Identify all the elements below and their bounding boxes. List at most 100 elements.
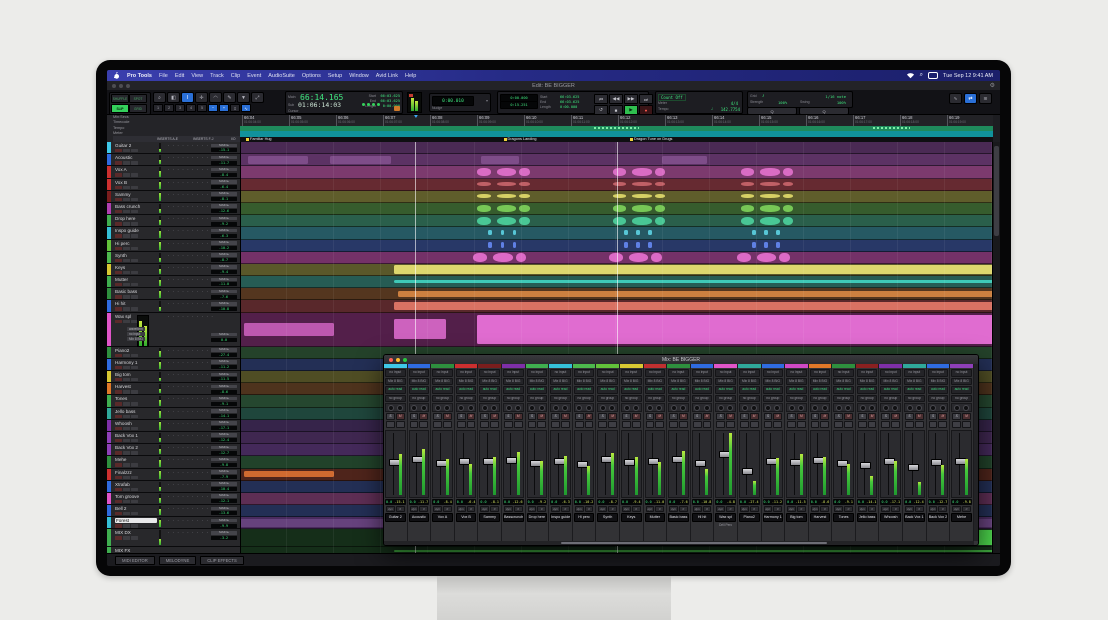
output-path-chip[interactable]: MAIN ▸	[211, 494, 237, 498]
automation-mode[interactable]: auto read	[692, 386, 713, 394]
record-enable-button[interactable]	[787, 421, 796, 428]
dyn-button[interactable]: dyn	[646, 506, 655, 512]
s-button[interactable]	[123, 378, 130, 381]
m-button[interactable]	[131, 463, 138, 466]
pan-readout[interactable]: 0	[632, 506, 641, 512]
track-name[interactable]: Bell 2	[115, 506, 155, 511]
volume-readout[interactable]: -11.5	[795, 500, 805, 504]
strength-value[interactable]: 100%	[778, 100, 787, 105]
audio-zoom-button[interactable]: ∿	[241, 104, 251, 112]
pan-readout[interactable]: 0	[608, 506, 617, 512]
insert-slots[interactable]: ··········	[167, 144, 216, 149]
insert-slots[interactable]: ··········	[167, 205, 216, 210]
pan-readout[interactable]: 0	[750, 506, 759, 512]
rec-button[interactable]	[115, 173, 122, 176]
group-selector[interactable]: no group	[880, 395, 901, 403]
dyn-button[interactable]: dyn	[834, 506, 843, 512]
rec-button[interactable]	[115, 307, 122, 310]
track-row-mehe[interactable]: Mehe··········MAIN ▸-9.8	[107, 456, 240, 468]
track-name[interactable]: Big tom	[115, 372, 155, 377]
rec-button[interactable]	[115, 234, 122, 237]
track-buttons[interactable]	[115, 295, 138, 298]
group-selector[interactable]: no group	[715, 395, 736, 403]
volume-readout[interactable]: -11.2	[211, 365, 237, 369]
channel-name[interactable]: Hi hit	[692, 513, 713, 521]
insert-slots[interactable]: ··········	[167, 373, 216, 378]
input-selector[interactable]: no input	[880, 369, 901, 377]
track-buttons[interactable]	[115, 247, 138, 250]
dyn-button[interactable]: dyn	[551, 506, 560, 512]
volume-readout[interactable]: -11.0	[211, 282, 237, 286]
track-buttons[interactable]	[115, 259, 138, 262]
insert-slots[interactable]: ··········	[167, 254, 216, 259]
m-button[interactable]	[131, 161, 138, 164]
t-start[interactable]: 66:03.625	[560, 95, 579, 99]
mixer-strip-basic-bass[interactable]: no inputMix 8 BIGauto readno groupSM0.0-…	[667, 364, 691, 541]
m-button[interactable]	[131, 271, 138, 274]
s-button[interactable]	[123, 390, 130, 393]
output-selector[interactable]: Mix 8 BIG	[645, 378, 666, 386]
peak-readout[interactable]: 0.0	[811, 500, 817, 504]
automation-mode[interactable]: auto read	[715, 386, 736, 394]
grid-mode-button[interactable]: GRID	[129, 104, 147, 113]
s-button[interactable]	[123, 210, 130, 213]
volume-readout[interactable]: -11.5	[211, 377, 237, 381]
channel-name[interactable]: Hi perc	[574, 513, 595, 521]
m-button[interactable]	[131, 198, 138, 201]
mute-button[interactable]: M	[537, 413, 546, 420]
mixer-strip-synth[interactable]: no inputMix 8 BIGauto readno groupSM0.0-…	[596, 364, 620, 541]
track-buttons[interactable]	[115, 415, 138, 418]
group-selector[interactable]: no group	[527, 395, 548, 403]
output-path-chip[interactable]: MAIN ▸	[211, 217, 237, 221]
record-enable-button[interactable]	[480, 421, 489, 428]
rec-button[interactable]	[115, 149, 122, 152]
zoom-preset-1[interactable]: 1	[153, 104, 163, 112]
track-name[interactable]: Jello bass	[115, 409, 155, 414]
dyn-button[interactable]: dyn	[929, 506, 938, 512]
track-row-bell-2[interactable]: Bell 2··········MAIN ▸-13.6	[107, 505, 240, 517]
record-enable-button[interactable]	[646, 421, 655, 428]
solo-button[interactable]: S	[929, 413, 938, 420]
mute-button[interactable]: M	[962, 413, 971, 420]
track-row-sammy[interactable]: Sammy··········MAIN ▸-8.1	[107, 191, 240, 203]
input-monitor-button[interactable]	[467, 421, 476, 428]
m-button[interactable]	[131, 149, 138, 152]
track-row-jello-bass[interactable]: Jello bass··········MAIN ▸-14.1	[107, 408, 240, 420]
rec-button[interactable]	[115, 247, 122, 250]
rec-button[interactable]	[115, 463, 122, 466]
volume-readout[interactable]: -10.8	[211, 307, 237, 311]
track-row-whoosh[interactable]: Whoosh··········MAIN ▸-17.1	[107, 420, 240, 432]
ruler-timeline[interactable]: 66:0401:06:04:0066:0501:06:05:0066:0601:…	[240, 114, 993, 142]
output-path-chip[interactable]: MAIN ▸	[211, 507, 237, 511]
menu-item-track[interactable]: Track	[210, 73, 224, 79]
tab-clip-effects[interactable]: CLIP EFFECTS	[200, 556, 243, 565]
track-buttons[interactable]	[115, 173, 138, 176]
insert-slots[interactable]: ··········	[167, 446, 216, 451]
volume-readout[interactable]: -8.6	[211, 390, 237, 394]
dyn-button[interactable]: dyn	[952, 506, 961, 512]
forward-button[interactable]: ▶▶	[624, 94, 638, 104]
volume-readout[interactable]: -7.6	[680, 500, 688, 504]
pan-readout[interactable]: 0	[915, 506, 924, 512]
solo-button[interactable]: S	[669, 413, 678, 420]
v-zoom-button[interactable]: ⇕	[230, 104, 240, 112]
group-selector[interactable]: no group	[550, 395, 571, 403]
solo-button[interactable]: S	[764, 413, 773, 420]
pencil-tool-icon[interactable]: ✎	[223, 92, 236, 103]
solo-button[interactable]: S	[858, 413, 867, 420]
volume-readout[interactable]: -27.4	[211, 353, 237, 357]
peak-readout[interactable]: 0.0	[551, 500, 557, 504]
s-button[interactable]	[123, 186, 130, 189]
volume-readout[interactable]: -9.2	[211, 222, 237, 226]
solo-button[interactable]: S	[386, 413, 395, 420]
menu-item-audiosuite[interactable]: AudioSuite	[268, 73, 295, 79]
rec-button[interactable]	[115, 476, 122, 479]
record-enable-button[interactable]	[764, 421, 773, 428]
mixer-strip-whoosh[interactable]: no inputMix 8 BIGauto readno groupSM0.0-…	[879, 364, 903, 541]
input-monitor-button[interactable]	[962, 421, 971, 428]
s-button[interactable]	[123, 500, 130, 503]
automation-mode[interactable]: auto read	[904, 386, 925, 394]
record-enable-button[interactable]	[457, 421, 466, 428]
volume-readout[interactable]: -11.7	[211, 161, 237, 165]
output-selector[interactable]: Mix 8 BIG	[432, 378, 453, 386]
